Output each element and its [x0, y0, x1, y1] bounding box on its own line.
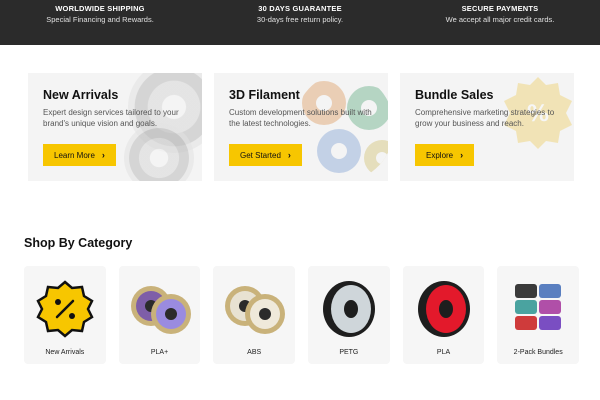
- button-label: Get Started: [240, 150, 281, 160]
- info-payments-sub: We accept all major credit cards.: [445, 15, 555, 24]
- section-title: Shop By Category: [24, 236, 133, 250]
- abs-spools-image: [225, 286, 286, 334]
- category-label: 2-Pack Bundles: [513, 349, 563, 356]
- info-guarantee-sub: 30-days free return policy.: [256, 15, 344, 24]
- promo-card-3d-filament[interactable]: 3D Filament Custom development solutions…: [214, 73, 388, 181]
- info-shipping: WORLDWIDE SHIPPING Special Financing and…: [0, 0, 200, 45]
- promo-description: Comprehensive marketing strategies to gr…: [415, 108, 555, 128]
- promo-description: Custom development solutions built with …: [229, 108, 372, 128]
- info-payments: SECURE PAYMENTS We accept all major cred…: [400, 0, 600, 45]
- category-pla[interactable]: PLA: [402, 266, 485, 364]
- bundle-spools-image: [515, 284, 562, 330]
- get-started-button[interactable]: Get Started ›: [229, 144, 302, 166]
- promo-title: New Arrivals: [43, 88, 119, 102]
- learn-more-button[interactable]: Learn More ›: [43, 144, 116, 166]
- category-label: PETG: [339, 349, 359, 356]
- category-grid: New Arrivals PLA+ ABS PETG PLA 2-Pack Bu…: [24, 266, 580, 364]
- promo-description: Expert design services tailored to your …: [43, 108, 179, 128]
- category-abs[interactable]: ABS: [213, 266, 296, 364]
- promo-title: Bundle Sales: [415, 88, 494, 102]
- explore-button[interactable]: Explore ›: [415, 144, 475, 166]
- pla-plus-spools-image: [130, 286, 191, 334]
- pla-spool-image: [417, 281, 470, 337]
- category-label: ABS: [247, 349, 262, 356]
- info-shipping-title: WORLDWIDE SHIPPING: [55, 4, 145, 13]
- promo-title: 3D Filament: [229, 88, 300, 102]
- info-guarantee: 30 DAYS GUARANTEE 30-days free return po…: [200, 0, 400, 45]
- percent-badge-icon: [36, 280, 94, 338]
- promo-card-bundle-sales[interactable]: % Bundle Sales Comprehensive marketing s…: [400, 73, 574, 181]
- button-label: Learn More: [54, 150, 95, 160]
- chevron-right-icon: ›: [460, 150, 464, 160]
- info-shipping-sub: Special Financing and Rewards.: [46, 15, 154, 24]
- info-guarantee-title: 30 DAYS GUARANTEE: [258, 4, 342, 13]
- category-petg[interactable]: PETG: [308, 266, 390, 364]
- category-2-pack-bundles[interactable]: 2-Pack Bundles: [497, 266, 580, 364]
- category-new-arrivals[interactable]: New Arrivals: [24, 266, 106, 364]
- category-label: PLA: [436, 349, 451, 356]
- category-label: PLA+: [150, 349, 169, 356]
- promo-card-new-arrivals[interactable]: New Arrivals Expert design services tail…: [28, 73, 202, 181]
- petg-spool-image: [322, 281, 375, 337]
- category-pla-plus[interactable]: PLA+: [118, 266, 201, 364]
- promo-cards: New Arrivals Expert design services tail…: [28, 73, 574, 181]
- category-label: New Arrivals: [45, 349, 85, 356]
- chevron-right-icon: ›: [101, 150, 105, 160]
- info-bar: WORLDWIDE SHIPPING Special Financing and…: [0, 0, 600, 45]
- info-payments-title: SECURE PAYMENTS: [461, 4, 539, 13]
- button-label: Explore: [426, 150, 454, 160]
- chevron-right-icon: ›: [287, 150, 291, 160]
